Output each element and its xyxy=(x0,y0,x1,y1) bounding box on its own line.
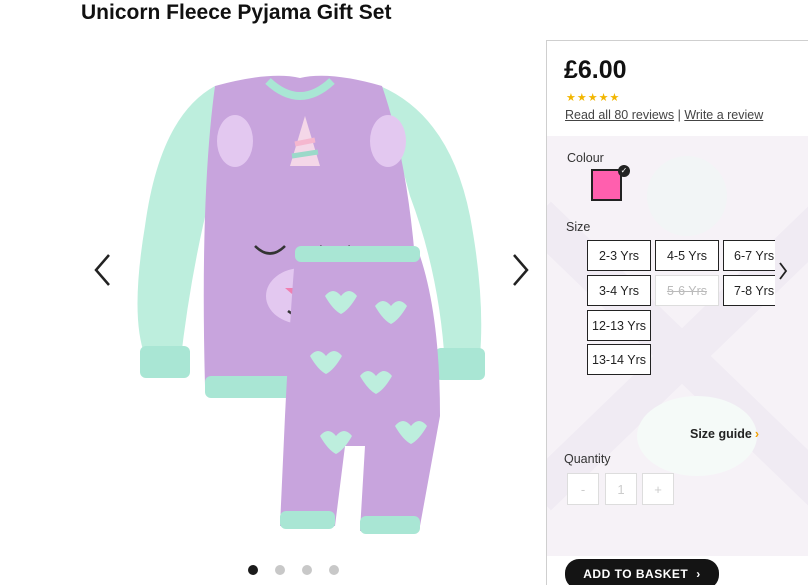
read-reviews-link[interactable]: Read all 80 reviews xyxy=(565,108,674,122)
chevron-right-icon: › xyxy=(754,427,759,441)
quantity-label: Quantity xyxy=(564,452,611,466)
size-option[interactable]: 13-14 Yrs xyxy=(587,344,651,375)
product-panel: £6.00 ★ ★ ★ ★ ★ Read all 80 reviews | Wr… xyxy=(546,40,808,585)
next-image-button[interactable] xyxy=(505,250,535,290)
reviews-row: Read all 80 reviews | Write a review xyxy=(565,108,763,122)
size-label: Size xyxy=(566,220,591,234)
star-icon: ★ xyxy=(566,92,576,104)
image-gallery xyxy=(80,38,546,584)
product-price: £6.00 xyxy=(564,56,627,84)
size-guide-link[interactable]: Size guide › xyxy=(690,427,759,441)
size-option-unavailable: 5-6 Yrs xyxy=(655,275,719,306)
page-title: Unicorn Fleece Pyjama Gift Set xyxy=(81,1,392,24)
write-review-link[interactable]: Write a review xyxy=(684,108,763,122)
reviews-separator: | xyxy=(677,108,681,122)
quantity-increment-button[interactable]: + xyxy=(642,473,674,505)
rating-stars: ★ ★ ★ ★ ★ xyxy=(566,93,619,104)
gallery-dot-3[interactable] xyxy=(302,565,312,575)
star-icon: ★ xyxy=(609,92,620,104)
chevron-right-icon xyxy=(513,254,529,286)
add-to-basket-button[interactable]: ADD TO BASKET › xyxy=(565,559,719,585)
size-option[interactable]: 12-13 Yrs xyxy=(587,310,651,341)
size-option[interactable]: 2-3 Yrs xyxy=(587,240,651,271)
star-icon: ★ xyxy=(587,92,598,104)
colour-label: Colour xyxy=(567,151,604,165)
previous-image-button[interactable] xyxy=(88,250,118,290)
size-scroll-right-button[interactable] xyxy=(775,257,791,285)
chevron-left-icon xyxy=(94,254,110,286)
colour-swatch-pink[interactable] xyxy=(591,169,622,201)
gallery-dots xyxy=(248,565,339,575)
gallery-dot-1[interactable] xyxy=(248,565,258,575)
gallery-dot-4[interactable] xyxy=(329,565,339,575)
quantity-decrement-button[interactable]: - xyxy=(567,473,599,505)
unicorn-pyjama-image xyxy=(137,75,485,534)
gallery-dot-2[interactable] xyxy=(275,565,285,575)
size-option[interactable]: 6-7 Yrs xyxy=(723,240,775,271)
star-icon: ★ xyxy=(598,92,609,104)
size-option[interactable]: 7-8 Yrs xyxy=(723,275,775,306)
quantity-input[interactable]: 1 xyxy=(605,473,637,505)
size-option[interactable]: 4-5 Yrs xyxy=(655,240,719,271)
add-to-basket-label: ADD TO BASKET xyxy=(583,567,689,581)
chevron-right-icon: › xyxy=(696,567,701,581)
size-option[interactable]: 3-4 Yrs xyxy=(587,275,651,306)
check-icon: ✓ xyxy=(618,165,630,177)
size-guide-label: Size guide xyxy=(690,427,752,441)
star-icon: ★ xyxy=(576,92,587,104)
chevron-right-icon xyxy=(779,262,788,280)
